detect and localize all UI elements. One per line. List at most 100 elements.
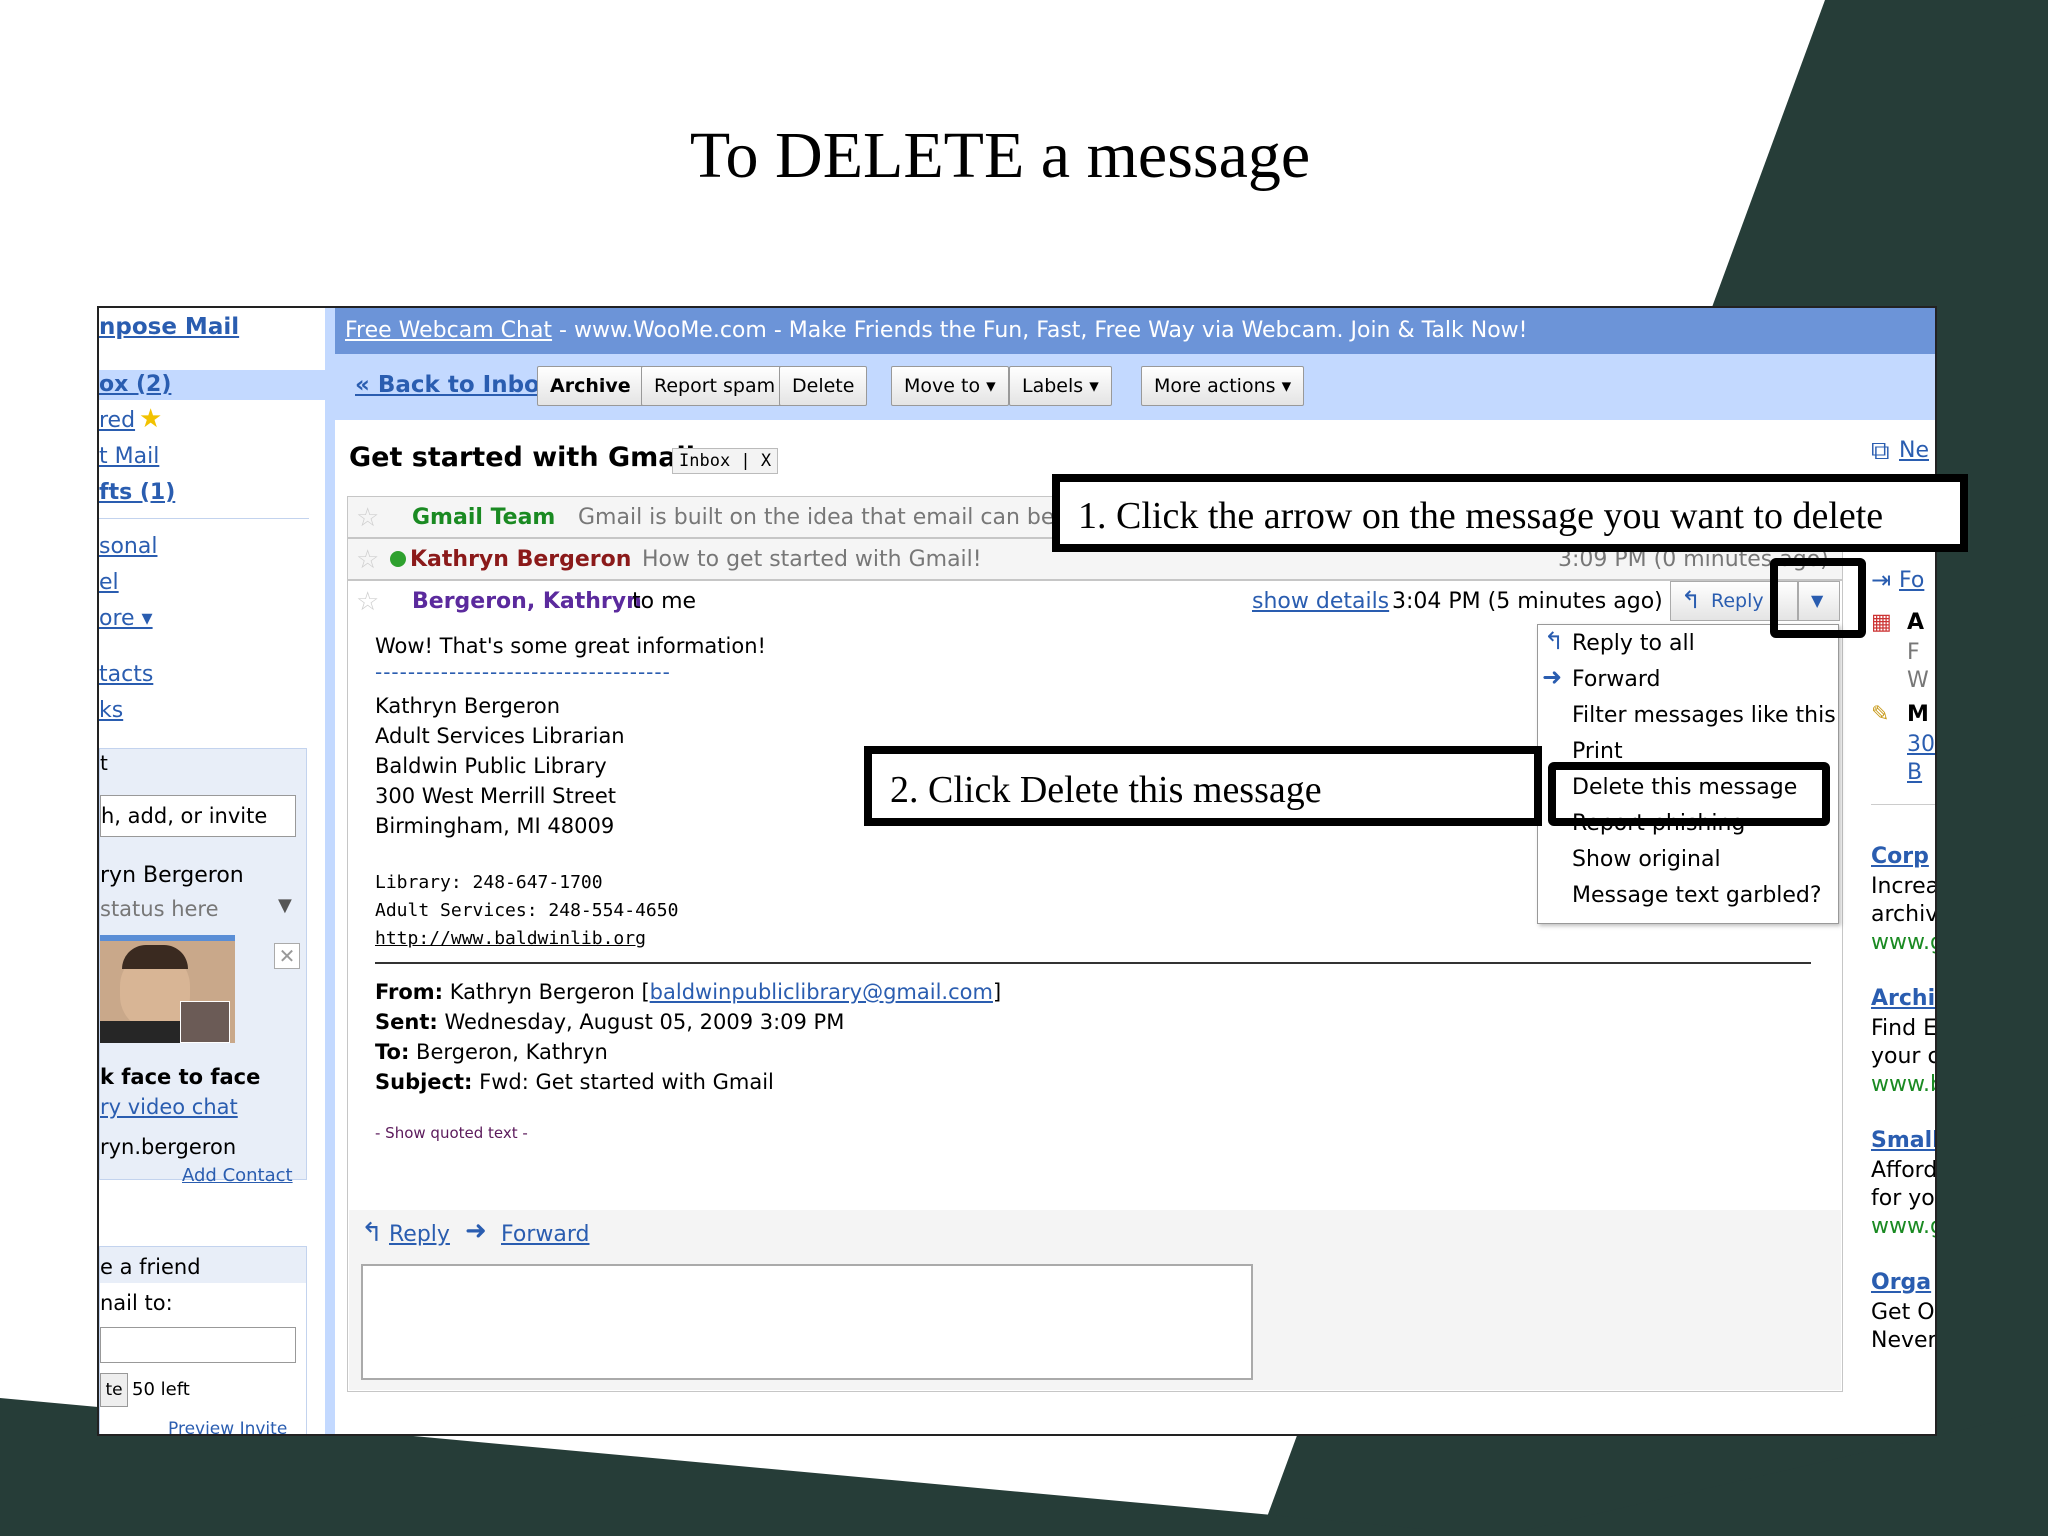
phone-library: Library: 248-647-1700 <box>375 872 603 893</box>
ad-title[interactable]: Orga <box>1871 1270 1931 1295</box>
footer-forward-link[interactable]: Forward <box>501 1222 589 1247</box>
ad-title[interactable]: Corp <box>1871 844 1929 869</box>
body-rule <box>375 962 1811 964</box>
signature-line: Birmingham, MI 48009 <box>375 814 615 838</box>
reply-arrow-icon: ↰ <box>1681 586 1702 614</box>
report-spam-button[interactable]: Report spam <box>641 366 789 406</box>
online-status-icon <box>390 551 406 567</box>
invite-header: e a friend <box>100 1255 201 1279</box>
add-contact-link[interactable]: Add Contact <box>182 1165 293 1186</box>
close-icon[interactable]: ✕ <box>274 943 300 969</box>
step-2-callout: 2. Click Delete this message <box>864 746 1542 826</box>
label-travel[interactable]: el <box>99 570 119 595</box>
to-line: To: Bergeron, Kathryn <box>375 1040 608 1064</box>
chat-user-name: ryn Bergeron <box>100 863 244 888</box>
right-sidebar: ⧉ Ne ⇥ Fo ▦ A F W ✎ M 30 B Corp Increa a… <box>1863 420 1935 1434</box>
footer-reply-link[interactable]: Reply <box>389 1222 450 1247</box>
move-to-button[interactable]: Move to ▾ <box>891 366 1009 406</box>
forward-all-icon[interactable]: ⇥ <box>1871 566 1891 594</box>
left-separator <box>325 308 335 1434</box>
body-divider: ------------------------------------ <box>375 660 671 684</box>
library-url-link[interactable]: http://www.baldwinlib.org <box>375 928 646 949</box>
recipient-text: to me <box>632 589 697 614</box>
sender-name: Bergeron, Kathryn <box>412 589 642 614</box>
message-snippet: Gmail is built on the idea that email ca… <box>578 505 1082 530</box>
send-invite-button[interactable]: te <box>100 1373 128 1407</box>
drafts-link[interactable]: fts (1) <box>99 480 175 505</box>
forward-icon: ➜ <box>1542 663 1563 691</box>
calendar-icon: ▦ <box>1871 610 1892 635</box>
invite-email-input[interactable] <box>100 1327 296 1363</box>
status-dropdown-icon[interactable]: ▼ <box>278 895 292 916</box>
signature-line: Adult Services Librarian <box>375 724 625 748</box>
forward-arrow-icon: ➜ <box>465 1216 487 1246</box>
contact-username: ryn.bergeron <box>100 1135 237 1159</box>
show-details-link[interactable]: show details <box>1252 589 1389 614</box>
menu-item-reply-all[interactable]: Reply to all <box>1572 631 1695 656</box>
new-window-icon[interactable]: ⧉ <box>1871 436 1890 467</box>
sender-name: Kathryn Bergeron <box>410 547 632 572</box>
new-window-link[interactable]: Ne <box>1899 438 1929 463</box>
forward-all-link[interactable]: Fo <box>1899 568 1924 593</box>
message-toolbar: « Back to Inbox Archive Report spam Dele… <box>335 354 1935 420</box>
contacts-link[interactable]: tacts <box>99 662 153 687</box>
chat-header: t <box>100 751 108 775</box>
video-caption: k face to face <box>100 1065 261 1089</box>
ad-text: - www.WooMe.com - Make Friends the Fun, … <box>552 318 1528 343</box>
map-icon: ✎ <box>1871 702 1890 727</box>
more-actions-button[interactable]: More actions ▾ <box>1141 366 1305 406</box>
status-field[interactable]: status here <box>100 897 219 921</box>
chat-panel: t h, add, or invite ryn Bergeron status … <box>99 748 307 1186</box>
ad-link[interactable]: Free Webcam Chat <box>345 318 552 343</box>
compose-mail-link[interactable]: npose Mail <box>99 314 239 340</box>
subject-line: Subject: Fwd: Get started with Gmail <box>375 1070 774 1094</box>
ad-title[interactable]: Small <box>1871 1128 1935 1153</box>
slide-title: To DELETE a message <box>689 119 1311 192</box>
sender-name: Gmail Team <box>412 505 556 530</box>
delete-button[interactable]: Delete <box>779 366 868 406</box>
inbox-link[interactable]: ox (2) <box>99 372 171 397</box>
tasks-link[interactable]: ks <box>99 698 123 723</box>
menu-item-garbled[interactable]: Message text garbled? <box>1572 883 1822 908</box>
labels-button[interactable]: Labels ▾ <box>1009 366 1112 406</box>
body-line: Wow! That's some great information! <box>375 634 766 658</box>
sent-mail-link[interactable]: t Mail <box>99 444 159 469</box>
signature-line: Kathryn Bergeron <box>375 694 561 718</box>
show-quoted-text-link[interactable]: - Show quoted text - <box>375 1124 528 1142</box>
top-ad-bar: Free Webcam Chat - www.WooMe.com - Make … <box>335 308 1935 354</box>
try-video-chat-link[interactable]: ry video chat <box>100 1095 238 1119</box>
preview-invite-link[interactable]: Preview Invite <box>168 1419 287 1434</box>
star-icon: ★ <box>139 404 163 434</box>
star-icon[interactable]: ☆ <box>356 503 379 533</box>
step-1-callout: 1. Click the arrow on the message you wa… <box>1052 474 1968 552</box>
phone-adult-services: Adult Services: 248-554-4650 <box>375 900 679 921</box>
chat-search-input[interactable]: h, add, or invite <box>100 795 296 837</box>
arrow-highlight-box <box>1770 558 1866 638</box>
message-time: 3:04 PM (5 minutes ago) <box>1392 589 1663 614</box>
menu-item-print[interactable]: Print <box>1572 739 1623 764</box>
quick-reply-textbox[interactable] <box>361 1264 1253 1380</box>
back-to-inbox-link[interactable]: « Back to Inbox <box>355 372 555 398</box>
email-link[interactable]: baldwinpubliclibrary@gmail.com <box>650 980 993 1004</box>
menu-item-show-original[interactable]: Show original <box>1572 847 1721 872</box>
from-line: From: Kathryn Bergeron [baldwinpubliclib… <box>375 980 1002 1004</box>
more-labels-link[interactable]: ore ▾ <box>99 606 153 631</box>
menu-item-filter[interactable]: Filter messages like this <box>1572 703 1836 728</box>
star-icon[interactable]: ☆ <box>356 587 379 617</box>
label-personal[interactable]: sonal <box>99 534 157 559</box>
menu-item-forward[interactable]: Forward <box>1572 667 1660 692</box>
thread-subject: Get started with Gmail <box>349 442 695 473</box>
reply-arrow-icon: ↰ <box>361 1218 383 1248</box>
invite-email-label: nail to: <box>100 1291 173 1315</box>
invites-left-count: 50 left <box>132 1379 190 1400</box>
inbox-label-chip[interactable]: Inbox | X <box>672 448 779 474</box>
sent-line: Sent: Wednesday, August 05, 2009 3:09 PM <box>375 1010 845 1034</box>
star-icon[interactable]: ☆ <box>356 545 379 575</box>
ad-title[interactable]: Archi <box>1871 986 1935 1011</box>
video-chat-thumbnail <box>100 935 235 1043</box>
reply-all-icon: ↰ <box>1544 627 1565 655</box>
archive-button[interactable]: Archive <box>537 366 644 406</box>
left-navigation: npose Mail ox (2) red ★ t Mail fts (1) s… <box>99 308 327 1434</box>
divider <box>99 518 309 519</box>
starred-link[interactable]: red <box>99 408 135 433</box>
